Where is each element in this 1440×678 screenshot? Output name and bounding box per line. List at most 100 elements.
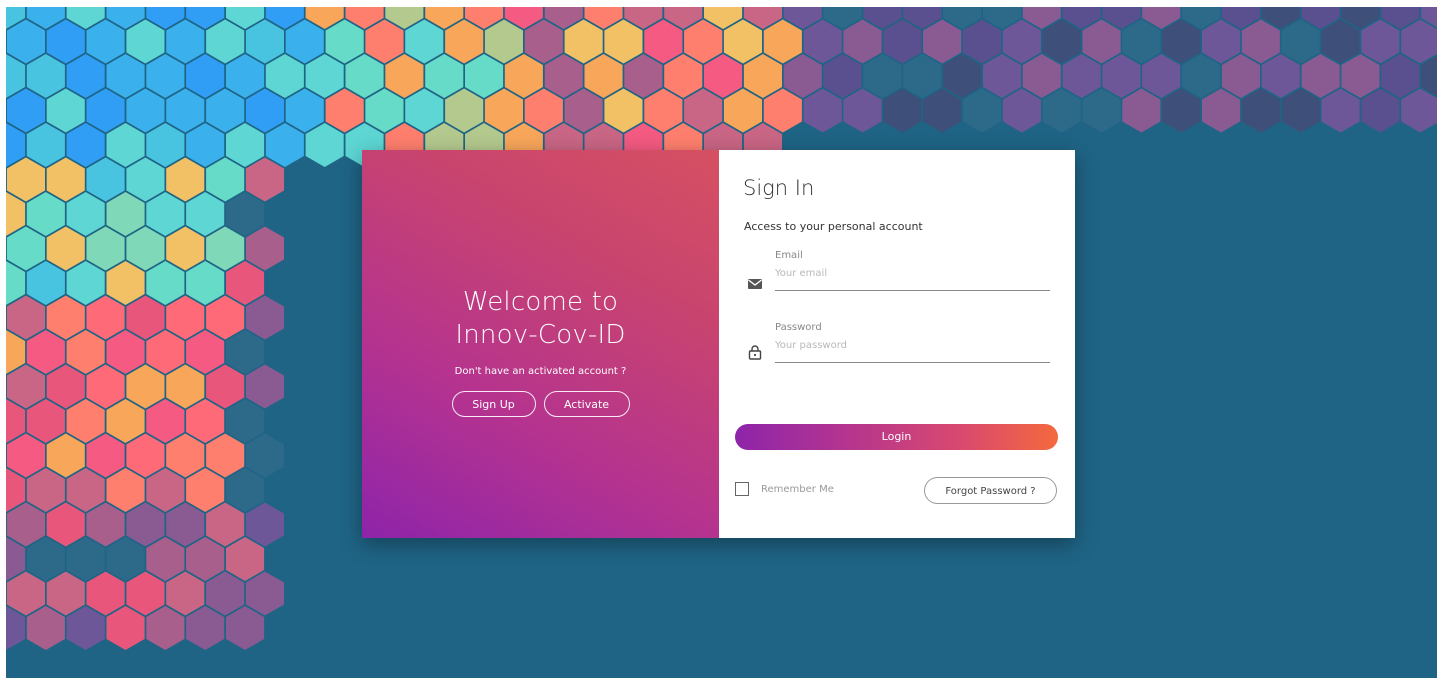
hexagon-tile <box>166 88 205 133</box>
hexagon-tile <box>1202 88 1241 133</box>
hexagon-tile <box>186 123 225 167</box>
hexagon-tile <box>1082 19 1121 64</box>
hexagon-tile <box>664 54 703 98</box>
hexagon-tile <box>265 54 304 98</box>
hexagon-tile <box>1321 19 1360 64</box>
hexagon-tile <box>146 330 185 374</box>
hexagon-tile <box>46 571 85 616</box>
hexagon-tile <box>146 123 185 167</box>
hexagon-tile <box>843 88 882 133</box>
hexagon-tile <box>6 226 45 271</box>
hexagon-tile <box>206 88 245 133</box>
hexagon-tile <box>1241 19 1280 64</box>
activate-button[interactable]: Activate <box>543 391 630 417</box>
hexagon-tile <box>704 54 743 98</box>
hexagon-tile <box>743 54 782 98</box>
hexagon-tile <box>146 606 185 650</box>
hexagon-tile <box>1002 88 1041 133</box>
hexagon-tile <box>305 54 344 98</box>
lock-icon <box>748 345 762 360</box>
hexagon-tile <box>86 19 125 64</box>
hexagon-tile <box>584 54 623 98</box>
hexagon-tile <box>226 192 265 236</box>
hexagon-tile <box>1162 19 1201 64</box>
hexagon-tile <box>504 54 543 98</box>
hexagon-tile <box>1142 54 1181 98</box>
hexagon-tile <box>883 88 922 133</box>
hexagon-tile <box>604 88 643 133</box>
hexagon-tile <box>126 571 165 616</box>
hexagon-tile <box>206 364 245 409</box>
hexagon-tile <box>226 606 265 650</box>
hexagon-tile <box>106 537 145 581</box>
hexagon-tile <box>245 571 284 616</box>
mail-icon <box>748 279 762 289</box>
welcome-title: Welcome to Innov-Cov-ID <box>362 286 719 352</box>
hexagon-tile <box>26 123 65 167</box>
signin-title: Sign In <box>743 176 815 200</box>
hexagon-tile <box>385 54 424 98</box>
signin-subtitle: Access to your personal account <box>744 220 923 233</box>
hexagon-tile <box>126 295 165 340</box>
hexagon-tile <box>325 88 364 133</box>
hexagon-tile <box>206 502 245 547</box>
hexagon-tile <box>644 19 683 64</box>
hexagon-tile <box>524 88 563 133</box>
hexagon-tile <box>604 19 643 64</box>
hexagon-tile <box>1221 54 1260 98</box>
page: Welcome to Innov-Cov-ID Don't have an ac… <box>0 0 1440 678</box>
hexagon-tile <box>6 157 45 202</box>
hexagon-tile <box>1341 54 1380 98</box>
hexagon-tile <box>86 226 125 271</box>
hexagon-tile <box>245 226 284 271</box>
hexagon-tile <box>1122 19 1161 64</box>
hexagon-tile <box>26 54 65 98</box>
hexagon-tile <box>226 537 265 581</box>
hexagon-tile <box>86 502 125 547</box>
hexagon-tile <box>923 19 962 64</box>
hexagon-tile <box>1182 54 1221 98</box>
hexagon-tile <box>325 19 364 64</box>
hexagon-tile <box>86 364 125 409</box>
hexagon-tile <box>186 54 225 98</box>
hexagon-tile <box>6 571 45 616</box>
hexagon-tile <box>126 364 165 409</box>
email-label: Email <box>775 250 803 261</box>
hexagon-tile <box>106 606 145 650</box>
hexagon-tile <box>206 571 245 616</box>
hexagon-tile <box>1122 88 1161 133</box>
hexagon-tile <box>166 19 205 64</box>
hexagon-tile <box>405 88 444 133</box>
hexagon-tile <box>763 19 802 64</box>
hexagon-tile <box>1281 19 1320 64</box>
hexagon-tile <box>365 19 404 64</box>
hexagon-tile <box>66 54 105 98</box>
hexagon-tile <box>1241 88 1280 133</box>
hexagon-tile <box>126 88 165 133</box>
hexagon-tile <box>1102 54 1141 98</box>
email-input[interactable] <box>775 268 1045 279</box>
welcome-title-line2: Innov-Cov-ID <box>455 320 626 350</box>
password-input[interactable] <box>775 340 1045 351</box>
hexagon-tile <box>624 54 663 98</box>
hexagon-tile <box>843 19 882 64</box>
hexagon-tile <box>66 468 105 512</box>
hexagon-tile <box>723 19 762 64</box>
hexagon-tile <box>46 433 85 478</box>
hexagon-tile <box>66 537 105 581</box>
hexagon-tile <box>166 571 205 616</box>
signup-button[interactable]: Sign Up <box>451 391 536 417</box>
hexagon-tile <box>86 433 125 478</box>
hexagon-tile <box>1281 88 1320 133</box>
hexagon-tile <box>106 123 145 167</box>
login-button[interactable]: Login <box>735 424 1058 450</box>
hexagon-tile <box>106 399 145 443</box>
email-field: Email <box>775 250 1050 291</box>
remember-me-checkbox[interactable] <box>735 482 749 496</box>
hexagon-tile <box>723 88 762 133</box>
forgot-password-button[interactable]: Forgot Password ? <box>924 477 1057 504</box>
password-label: Password <box>775 322 822 333</box>
login-card: Welcome to Innov-Cov-ID Don't have an ac… <box>362 150 1075 538</box>
hexagon-tile <box>6 295 45 340</box>
hexagon-tile <box>245 88 284 133</box>
